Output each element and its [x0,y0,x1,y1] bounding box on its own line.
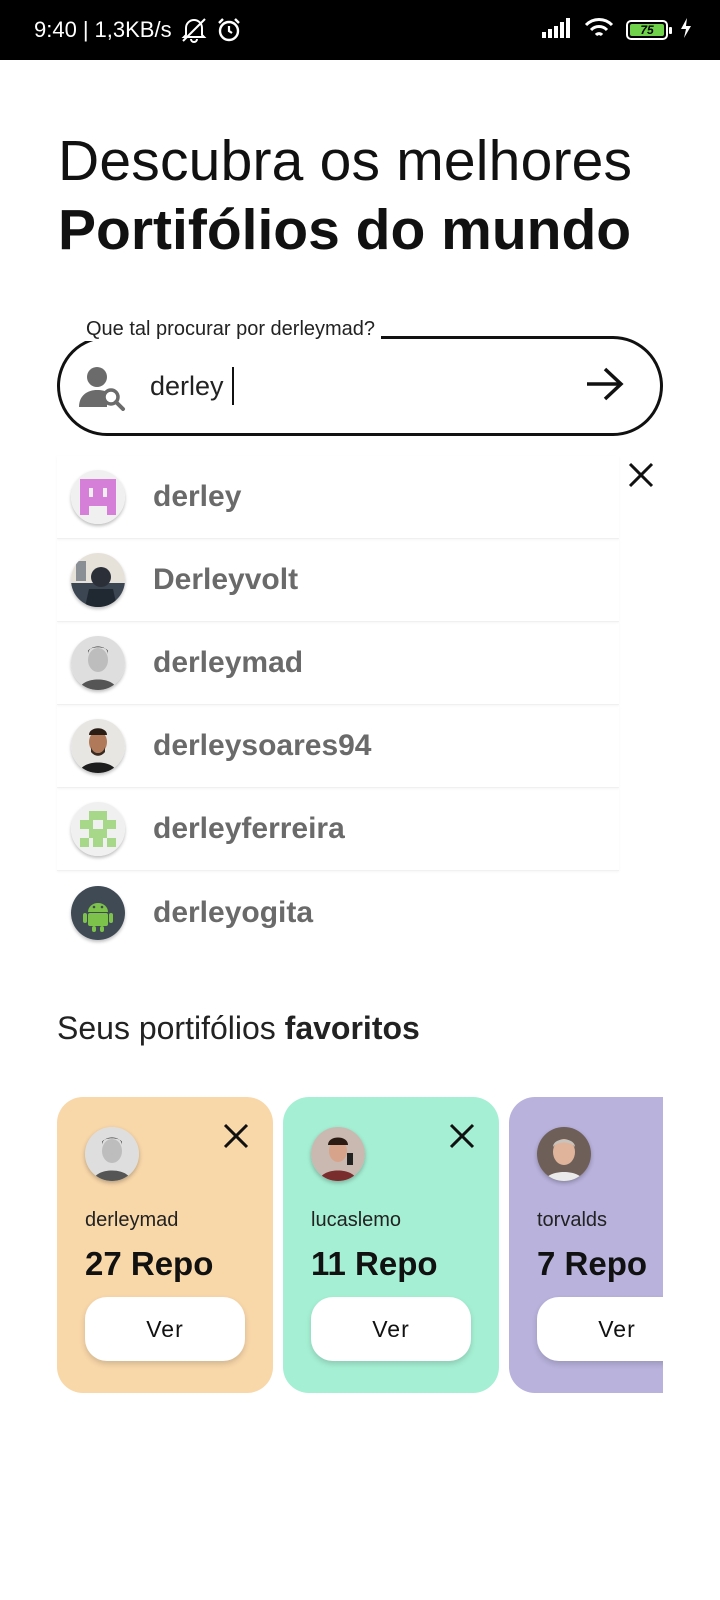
user-photo-avatar [71,553,125,607]
favorite-card[interactable]: derleymad 27 Repo Ver [57,1097,273,1393]
user-photo-avatar [71,719,125,773]
identicon-avatar [71,802,125,856]
suggestion-name: derley [153,480,242,513]
card-repo-count: 11 Repo [311,1245,438,1282]
close-icon [449,1123,475,1149]
suggestion-item[interactable]: derleysoares94 [57,705,619,788]
headline-line1: Descubra os melhores [58,129,633,193]
card-repo-count: 7 Repo [537,1245,648,1282]
status-separator: | [82,17,89,42]
search-submit-button[interactable] [580,361,630,411]
suggestion-name: derleysoares94 [153,729,372,762]
suggestion-item[interactable]: derleyogita [57,871,619,954]
card-username: lucaslemo [311,1209,402,1231]
user-photo-avatar [71,636,125,690]
user-photo-avatar [311,1127,365,1181]
view-button[interactable]: Ver [537,1297,663,1361]
suggestion-item[interactable]: derleymad [57,622,619,705]
identicon-avatar [71,470,125,524]
battery-icon: 75 [626,20,672,40]
arrow-right-icon [585,366,625,407]
suggestion-item[interactable]: derley [57,456,619,539]
close-icon [624,462,658,496]
alarm-icon [216,17,242,43]
signal-icon [542,17,572,43]
text-caret [232,367,234,405]
headline-line2: Portifólios do mundo [58,198,632,262]
view-button[interactable]: Ver [85,1297,245,1361]
suggestion-name: Derleyvolt [153,563,299,596]
search-label: Que tal procurar por derleymad? [80,318,382,341]
mute-icon [180,17,208,43]
view-button[interactable]: Ver [311,1297,471,1361]
headline: Descubra os melhores Portifólios do mund… [58,128,698,266]
user-search-icon [78,365,128,411]
card-username: torvalds [537,1209,608,1231]
favorite-card[interactable]: lucaslemo 11 Repo Ver [283,1097,499,1393]
status-time: 9:40 [34,17,77,42]
suggestion-name: derleyogita [153,895,314,929]
favorites-title-regular: Seus portifólios [57,1010,285,1046]
card-username: derleymad [85,1209,179,1231]
remove-favorite-button[interactable] [221,1121,251,1151]
status-bar: 9:40 | 1,3KB/s 75 [0,0,720,60]
suggestion-name: derleyferreira [153,812,345,845]
user-photo-avatar [85,1127,139,1181]
user-photo-avatar [537,1127,591,1181]
suggestion-item[interactable]: derleyferreira [57,788,619,871]
card-repo-count: 27 Repo [85,1245,214,1282]
favorites-title-bold: favoritos [284,1010,420,1046]
wifi-icon [584,17,614,44]
network-speed: 1,3KB/s [94,17,172,42]
suggestion-list: derley Derleyvolt derleymad derleysoares… [57,456,619,954]
suggestion-name: derleymad [153,646,304,679]
favorites-carousel[interactable]: derleymad 27 Repo Ver lucaslemo 11 Repo … [57,1097,663,1397]
search-input[interactable] [150,361,550,411]
close-suggestions-button[interactable] [624,458,658,492]
battery-level: 75 [630,23,664,37]
favorite-card[interactable]: torvalds 7 Repo Ver [509,1097,663,1393]
close-icon [223,1123,249,1149]
favorites-title: Seus portifólios favoritos [57,1010,420,1047]
suggestion-item[interactable]: Derleyvolt [57,539,619,622]
remove-favorite-button[interactable] [447,1121,477,1151]
android-icon [71,885,125,940]
charging-icon [680,17,692,43]
search-field[interactable] [57,336,663,436]
